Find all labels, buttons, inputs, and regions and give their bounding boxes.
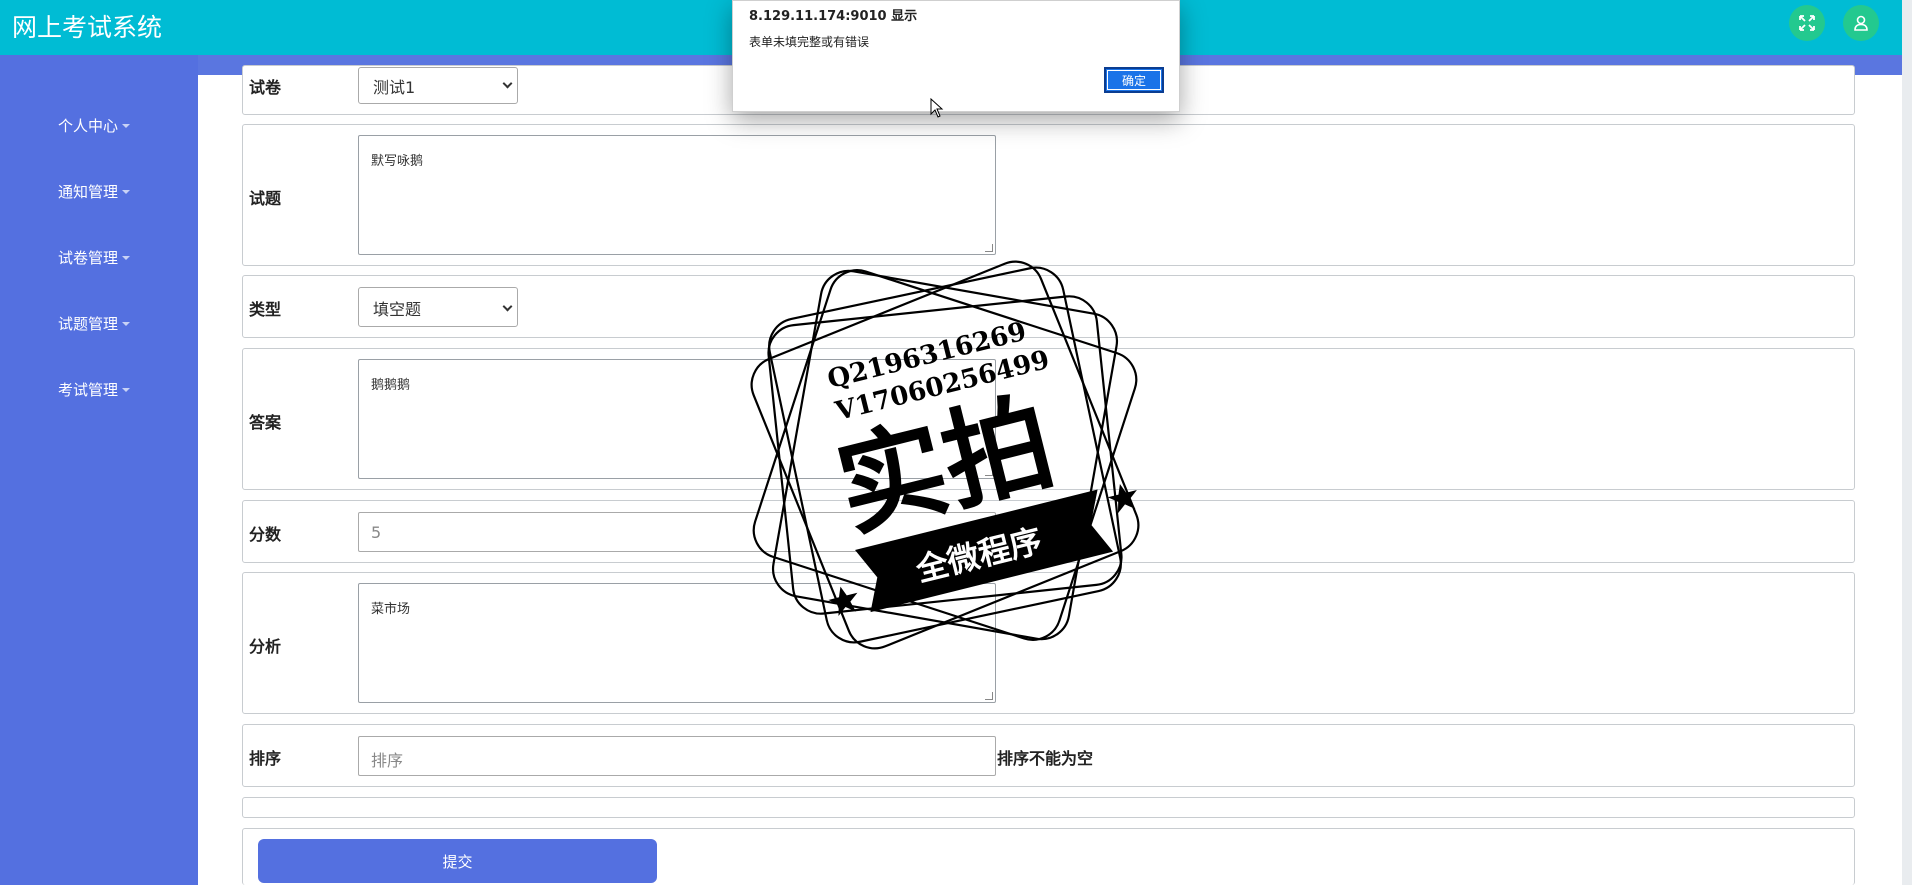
- answer-label: 答案: [249, 413, 282, 432]
- caret-down-icon: [122, 123, 131, 128]
- sidebar-item-exams[interactable]: 考试管理: [58, 379, 131, 400]
- alert-message: 表单未填完整或有错误: [749, 35, 870, 49]
- paper-label: 试卷: [249, 78, 282, 97]
- alert-ok-label: 确定: [1121, 73, 1146, 88]
- expand-icon: [1799, 15, 1815, 31]
- question-text: 默写咏鹅: [371, 154, 424, 169]
- submit-label: 提交: [442, 852, 473, 871]
- user-button[interactable]: [1843, 5, 1879, 41]
- sidebar-item-label: 试卷管理: [58, 249, 119, 267]
- caret-down-icon: [122, 189, 131, 194]
- order-input[interactable]: 排序: [358, 736, 996, 776]
- sidebar-item-papers[interactable]: 试卷管理: [58, 247, 131, 268]
- paper-select[interactable]: 测试1: [358, 67, 518, 104]
- mouse-cursor-icon: [930, 98, 944, 118]
- question-textarea[interactable]: 默写咏鹅: [358, 135, 996, 255]
- chevron-down-icon: [502, 78, 513, 89]
- caret-down-icon: [122, 255, 131, 260]
- sidebar: 个人中心 通知管理 试卷管理 试题管理 考试管理: [0, 55, 198, 885]
- sidebar-item-personal[interactable]: 个人中心: [58, 115, 131, 136]
- form-row-empty: [242, 797, 1855, 818]
- alert-title: 8.129.11.174:9010 显示: [749, 9, 918, 24]
- alert-dialog: 8.129.11.174:9010 显示 表单未填完整或有错误 确定: [732, 0, 1180, 112]
- paper-select-value: 测试1: [373, 78, 416, 97]
- alert-ok-button[interactable]: 确定: [1104, 67, 1164, 93]
- sidebar-item-label: 个人中心: [58, 117, 119, 135]
- sidebar-item-notice[interactable]: 通知管理: [58, 181, 131, 202]
- order-error-message: 排序不能为空: [997, 749, 1094, 768]
- score-label: 分数: [249, 525, 282, 544]
- watermark-stamp: Q2196316269 V17060256499 实拍 全微程序: [750, 260, 1140, 650]
- sidebar-item-label: 考试管理: [58, 381, 119, 399]
- question-label: 试题: [249, 189, 282, 208]
- resize-grip-icon[interactable]: [985, 244, 993, 252]
- analysis-label: 分析: [249, 637, 282, 656]
- chevron-down-icon: [502, 301, 513, 312]
- answer-text: 鹅鹅鹅: [371, 378, 411, 393]
- score-value: 5: [371, 523, 382, 542]
- order-placeholder: 排序: [371, 751, 404, 770]
- type-label: 类型: [249, 300, 282, 319]
- form-row-order: 排序 排序 排序不能为空: [242, 724, 1855, 787]
- fullscreen-button[interactable]: [1789, 5, 1825, 41]
- app-title: 网上考试系统: [12, 13, 163, 42]
- caret-down-icon: [122, 321, 131, 326]
- sidebar-item-label: 试题管理: [58, 315, 119, 333]
- sidebar-item-questions[interactable]: 试题管理: [58, 313, 131, 334]
- user-icon: [1854, 15, 1868, 31]
- order-label: 排序: [249, 749, 282, 768]
- type-select[interactable]: 填空题: [358, 287, 518, 327]
- submit-button[interactable]: 提交: [258, 839, 657, 883]
- form-row-question: 试题 默写咏鹅: [242, 124, 1855, 266]
- analysis-text: 菜市场: [371, 602, 411, 617]
- resize-grip-icon[interactable]: [985, 692, 993, 700]
- sidebar-item-label: 通知管理: [58, 183, 119, 201]
- type-select-value: 填空题: [373, 300, 422, 319]
- caret-down-icon: [122, 387, 131, 392]
- scrollbar-track[interactable]: [1902, 0, 1912, 885]
